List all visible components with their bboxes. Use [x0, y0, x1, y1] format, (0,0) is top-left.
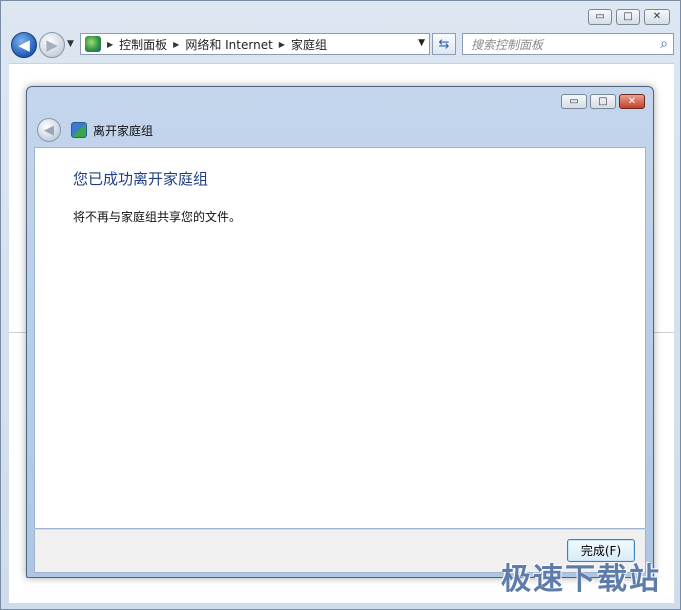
- network-icon: [85, 36, 101, 52]
- close-button[interactable]: ✕: [644, 9, 670, 25]
- description-text: 将不再与家庭组共享您的文件。: [73, 210, 242, 224]
- breadcrumb-control-panel[interactable]: 控制面板: [119, 36, 167, 53]
- back-button[interactable]: ◀: [11, 32, 37, 58]
- dialog-title: 离开家庭组: [93, 123, 154, 138]
- address-dropdown-icon[interactable]: ▼: [418, 38, 425, 48]
- watermark-logo: 极速下载站: [501, 562, 661, 597]
- search-placeholder: 搜索控制面板: [471, 37, 544, 52]
- navigation-bar: ◀ ▶ ▼ ▶ 控制面板 ▶ 网络和 Internet ▶ 家庭组 ▼ ⇆ 搜索…: [9, 31, 674, 59]
- address-bar[interactable]: ▶ 控制面板 ▶ 网络和 Internet ▶ 家庭组 ▼: [80, 33, 430, 55]
- forward-button[interactable]: ▶: [39, 32, 65, 58]
- dialog-close-button[interactable]: ✕: [619, 94, 645, 109]
- chevron-right-icon[interactable]: ▶: [279, 40, 285, 49]
- recent-pages-dropdown[interactable]: ▼: [67, 39, 74, 49]
- chevron-right-icon[interactable]: ▶: [107, 40, 113, 49]
- maximize-button[interactable]: □: [616, 9, 640, 25]
- dialog-back-button[interactable]: ◀: [37, 118, 61, 142]
- arrow-right-icon: ▶: [46, 36, 58, 54]
- refresh-icon: ⇆: [438, 36, 450, 52]
- dialog-caption-buttons: ▭ □ ✕: [561, 94, 645, 109]
- refresh-button[interactable]: ⇆: [432, 33, 456, 55]
- dialog-header: ◀ 离开家庭组: [37, 117, 153, 143]
- leave-homegroup-dialog: ▭ □ ✕ ◀ 离开家庭组 您已成功离开家庭组 将不再与家庭组共享您的文件。 完…: [26, 86, 654, 578]
- arrow-left-icon: ◀: [18, 36, 30, 54]
- search-input[interactable]: 搜索控制面板 ⌕: [462, 33, 674, 55]
- dialog-body: 您已成功离开家庭组 将不再与家庭组共享您的文件。: [34, 147, 646, 529]
- chevron-right-icon[interactable]: ▶: [173, 40, 179, 49]
- homegroup-icon: [71, 122, 87, 138]
- breadcrumb-network-internet[interactable]: 网络和 Internet: [185, 36, 272, 53]
- search-icon[interactable]: ⌕: [660, 36, 668, 52]
- window-caption-buttons: ▭ □ ✕: [588, 9, 670, 25]
- page-heading: 您已成功离开家庭组: [73, 170, 209, 188]
- breadcrumb-homegroup[interactable]: 家庭组: [291, 36, 327, 53]
- dialog-maximize-button[interactable]: □: [590, 94, 616, 109]
- dialog-minimize-button[interactable]: ▭: [561, 94, 587, 109]
- arrow-left-icon: ◀: [44, 122, 54, 138]
- minimize-button[interactable]: ▭: [588, 9, 612, 25]
